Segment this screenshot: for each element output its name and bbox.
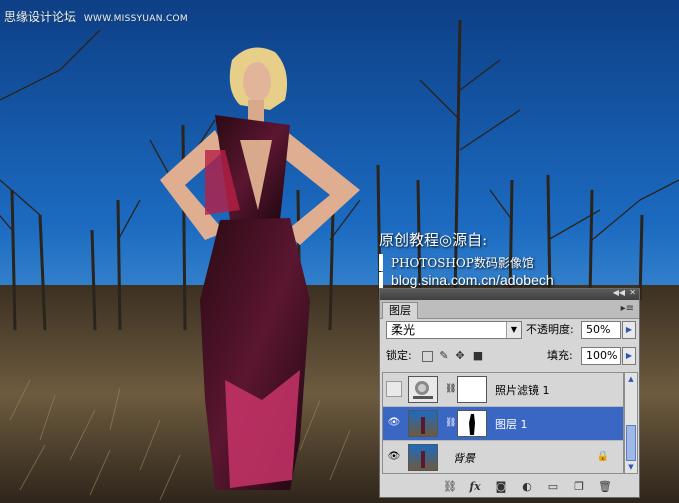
mask-link-icon[interactable]: ⛓ — [445, 384, 456, 394]
panel-bottom-toolbar: ⛓ fx ◙ ◐ ▭ ❐ 🗑 — [380, 477, 639, 497]
layer-thumb — [408, 444, 438, 471]
layer-name[interactable]: 图层 1 — [495, 416, 528, 432]
panel-tabrow: 图层 ▸≡ — [380, 300, 639, 319]
blend-mode-select[interactable]: 柔光 ▼ — [386, 321, 522, 339]
lock-label: 锁定: — [386, 349, 412, 362]
visibility-toggle[interactable] — [386, 381, 402, 397]
blend-row: 柔光 ▼ 不透明度: 50% ▶ — [384, 321, 636, 341]
trash-icon[interactable]: 🗑 — [598, 480, 612, 494]
chevron-down-icon: ▼ — [506, 322, 521, 338]
scroll-down-icon[interactable]: ▼ — [625, 461, 637, 473]
new-layer-icon[interactable]: ❐ — [572, 480, 586, 494]
adjustment-thumb-icon — [408, 376, 438, 403]
opacity-field[interactable]: 50% — [581, 321, 621, 339]
mask-link-icon[interactable]: ⛓ — [445, 418, 456, 428]
layers-panel: ◀◀ ✕ 图层 ▸≡ 柔光 ▼ 不透明度: 50% ▶ 锁定: ✎ ✥ ■ 填充… — [379, 288, 640, 498]
panel-titlebar[interactable]: ◀◀ ✕ — [380, 288, 639, 300]
layer-row-background[interactable]: 👁 背景 🔒 — [383, 441, 623, 473]
mask-thumb — [457, 410, 487, 437]
fill-slider-toggle[interactable]: ▶ — [622, 347, 636, 365]
watermark: 思缘设计论坛 WWW.MISSYUAN.COM — [4, 8, 188, 25]
layer-thumb — [408, 410, 438, 437]
scroll-thumb[interactable] — [626, 425, 636, 461]
add-mask-icon[interactable]: ◙ — [494, 480, 508, 494]
layer-row-photo-filter[interactable]: ⛓ 照片滤镜 1 — [383, 373, 623, 407]
watermark-title: 思缘设计论坛 — [4, 10, 77, 24]
tab-layers[interactable]: 图层 — [382, 302, 418, 319]
opacity-label: 不透明度: — [526, 323, 574, 336]
lock-icon: 🔒 — [596, 451, 609, 462]
double-chevron-icon[interactable]: ◀◀ — [613, 288, 625, 297]
close-icon[interactable]: ✕ — [629, 288, 636, 297]
layers-scrollbar[interactable]: ▲ ▼ — [624, 372, 638, 474]
link-layers-icon[interactable]: ⛓ — [443, 480, 457, 494]
panel-menu-icon[interactable]: ▸≡ — [621, 303, 634, 314]
scroll-up-icon[interactable]: ▲ — [625, 373, 637, 385]
layer-row-layer-1[interactable]: 👁 ⛓ 图层 1 — [383, 407, 623, 441]
eye-icon[interactable]: 👁 — [386, 415, 402, 431]
lock-all-icon[interactable]: ■ — [472, 350, 484, 362]
eye-icon[interactable]: 👁 — [386, 449, 402, 465]
new-group-icon[interactable]: ▭ — [546, 480, 560, 494]
opacity-slider-toggle[interactable]: ▶ — [622, 321, 636, 339]
layer-name[interactable]: 背景 — [453, 450, 475, 466]
lock-pixels-icon[interactable]: ✎ — [438, 350, 450, 362]
credit-url: blog.sina.com.cn/adobech — [379, 272, 554, 288]
fill-label: 填充: — [547, 349, 573, 362]
lock-position-icon[interactable]: ✥ — [454, 350, 466, 362]
fx-icon[interactable]: fx — [468, 480, 482, 494]
credit-line-2: PHOTOSHOP数码影像馆 — [379, 254, 554, 271]
adjustment-layer-icon[interactable]: ◐ — [520, 480, 534, 494]
layers-list: ⛓ 照片滤镜 1 👁 ⛓ 图层 1 👁 背景 🔒 — [382, 372, 624, 474]
lock-row: 锁定: ✎ ✥ ■ 填充: 100% ▶ — [384, 347, 636, 367]
blend-mode-value: 柔光 — [391, 323, 416, 337]
lock-transparency-icon[interactable] — [422, 351, 433, 362]
credit-overlay: 原创教程◎源自: PHOTOSHOP数码影像馆 blog.sina.com.cn… — [379, 229, 554, 288]
mask-thumb — [457, 376, 487, 403]
watermark-site: WWW.MISSYUAN.COM — [83, 14, 188, 24]
fill-field[interactable]: 100% — [581, 347, 621, 365]
credit-line-1: 原创教程◎源自: — [379, 231, 488, 249]
layer-name[interactable]: 照片滤镜 1 — [495, 382, 550, 398]
